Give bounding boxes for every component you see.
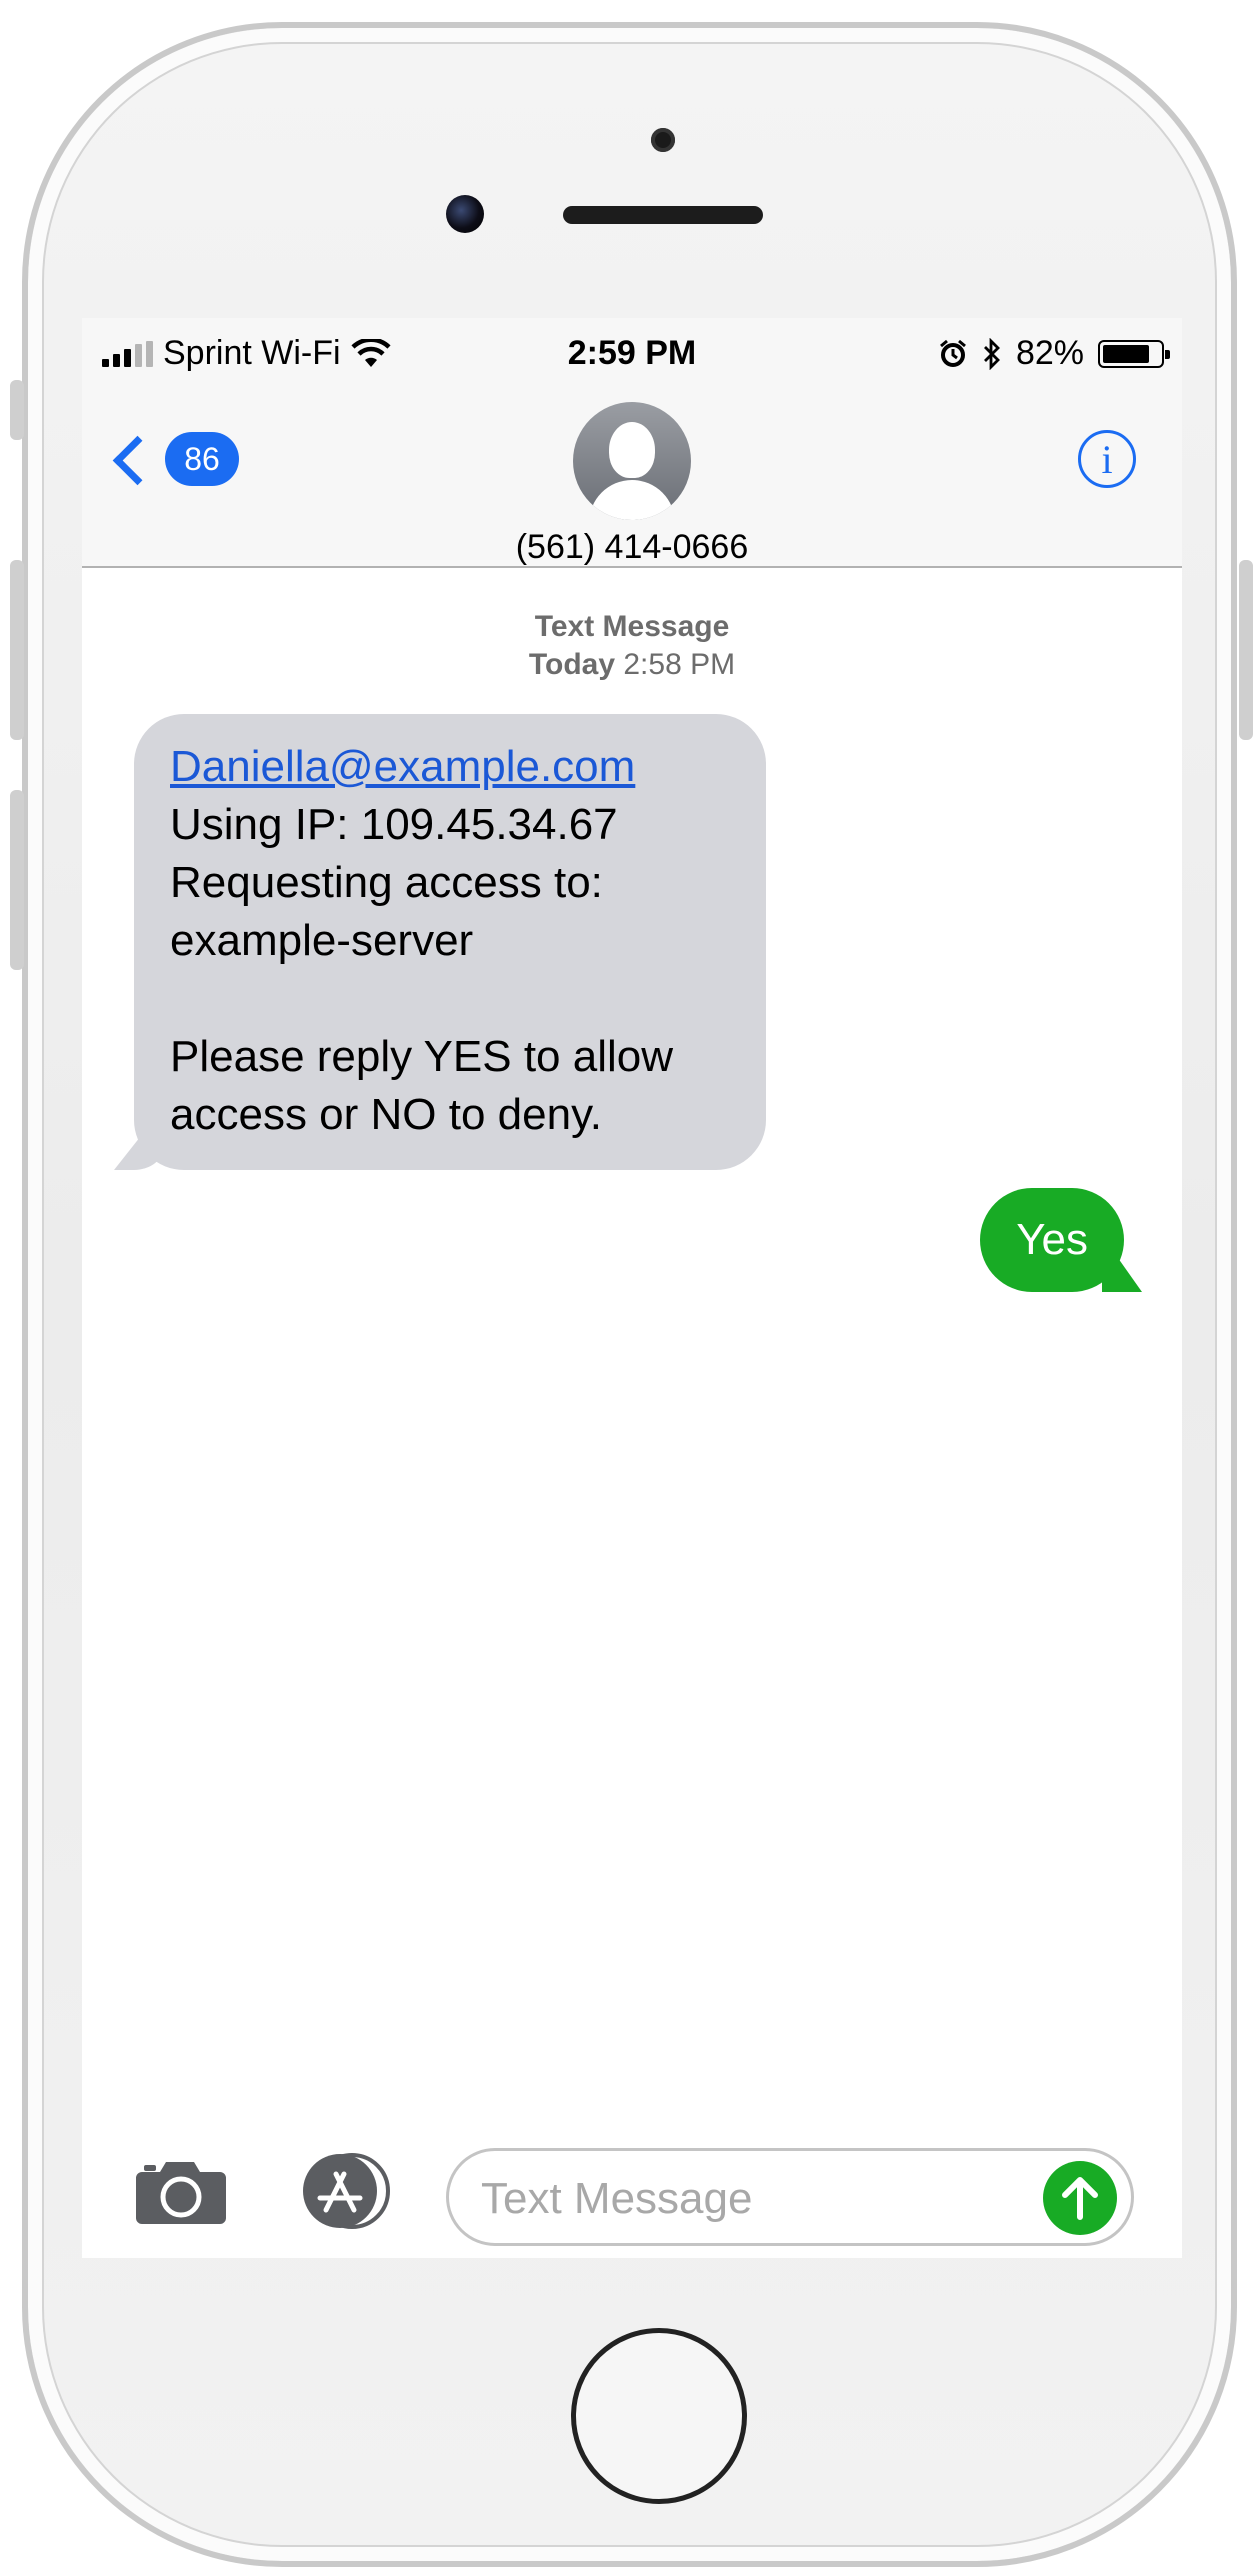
message-line-reply-2: access or NO to deny. [170,1090,603,1139]
contact-name[interactable]: (561) 414-0666 [82,528,1182,567]
front-camera [446,195,484,233]
stamp-label: Text Message [534,610,730,643]
proximity-sensor [651,128,675,152]
message-line-request: Requesting access to: [170,858,603,907]
volume-down-button [10,790,24,970]
send-arrow-icon [1062,2177,1098,2220]
received-message-bubble: Daniella@example.com Using IP: 109.45.34… [114,714,766,1170]
bubble-tail [114,1132,164,1170]
app-store-icon[interactable] [292,2152,400,2230]
email-link[interactable]: Daniella@example.com [170,742,635,791]
battery-icon [1098,339,1170,368]
power-button [1239,560,1253,740]
stamp-time: 2:58 PM [623,648,736,681]
bluetooth-icon [983,337,1000,370]
info-icon[interactable]: i [1078,430,1136,488]
bubble-tail [1102,1258,1142,1292]
alarm-icon [939,339,966,367]
home-button[interactable] [571,2328,747,2504]
unread-count-badge: 86 [165,432,239,486]
sent-message-text: Yes [1016,1215,1088,1264]
battery-percent: 82% [1015,334,1084,372]
message-line-server: example-server [170,916,474,965]
message-timestamp: Text Message Today 2:58 PM [82,608,1182,684]
send-button[interactable] [1043,2161,1117,2235]
message-line-ip: Using IP: 109.45.34.67 [170,800,618,849]
messages-screen: Sprint Wi-Fi 2:59 PM 82% 86 (561) 414-06… [82,318,1182,2258]
message-field[interactable] [446,2148,1134,2246]
sent-message-bubble: Yes [980,1188,1142,1292]
compose-bar [82,2118,1182,2258]
camera-icon[interactable] [134,2158,228,2224]
message-input[interactable] [479,2171,1043,2227]
stamp-day: Today [528,648,616,681]
volume-up-button [10,560,24,740]
conversation-header: 86 (561) 414-0666 i [82,390,1182,568]
earpiece-speaker [563,206,763,224]
status-bar: Sprint Wi-Fi 2:59 PM 82% [82,318,1182,390]
mute-switch [10,380,24,440]
avatar-icon[interactable] [573,402,691,520]
message-line-reply-1: Please reply YES to allow [170,1032,674,1081]
back-button[interactable]: 86 [112,432,239,486]
back-chevron-icon [112,435,163,485]
